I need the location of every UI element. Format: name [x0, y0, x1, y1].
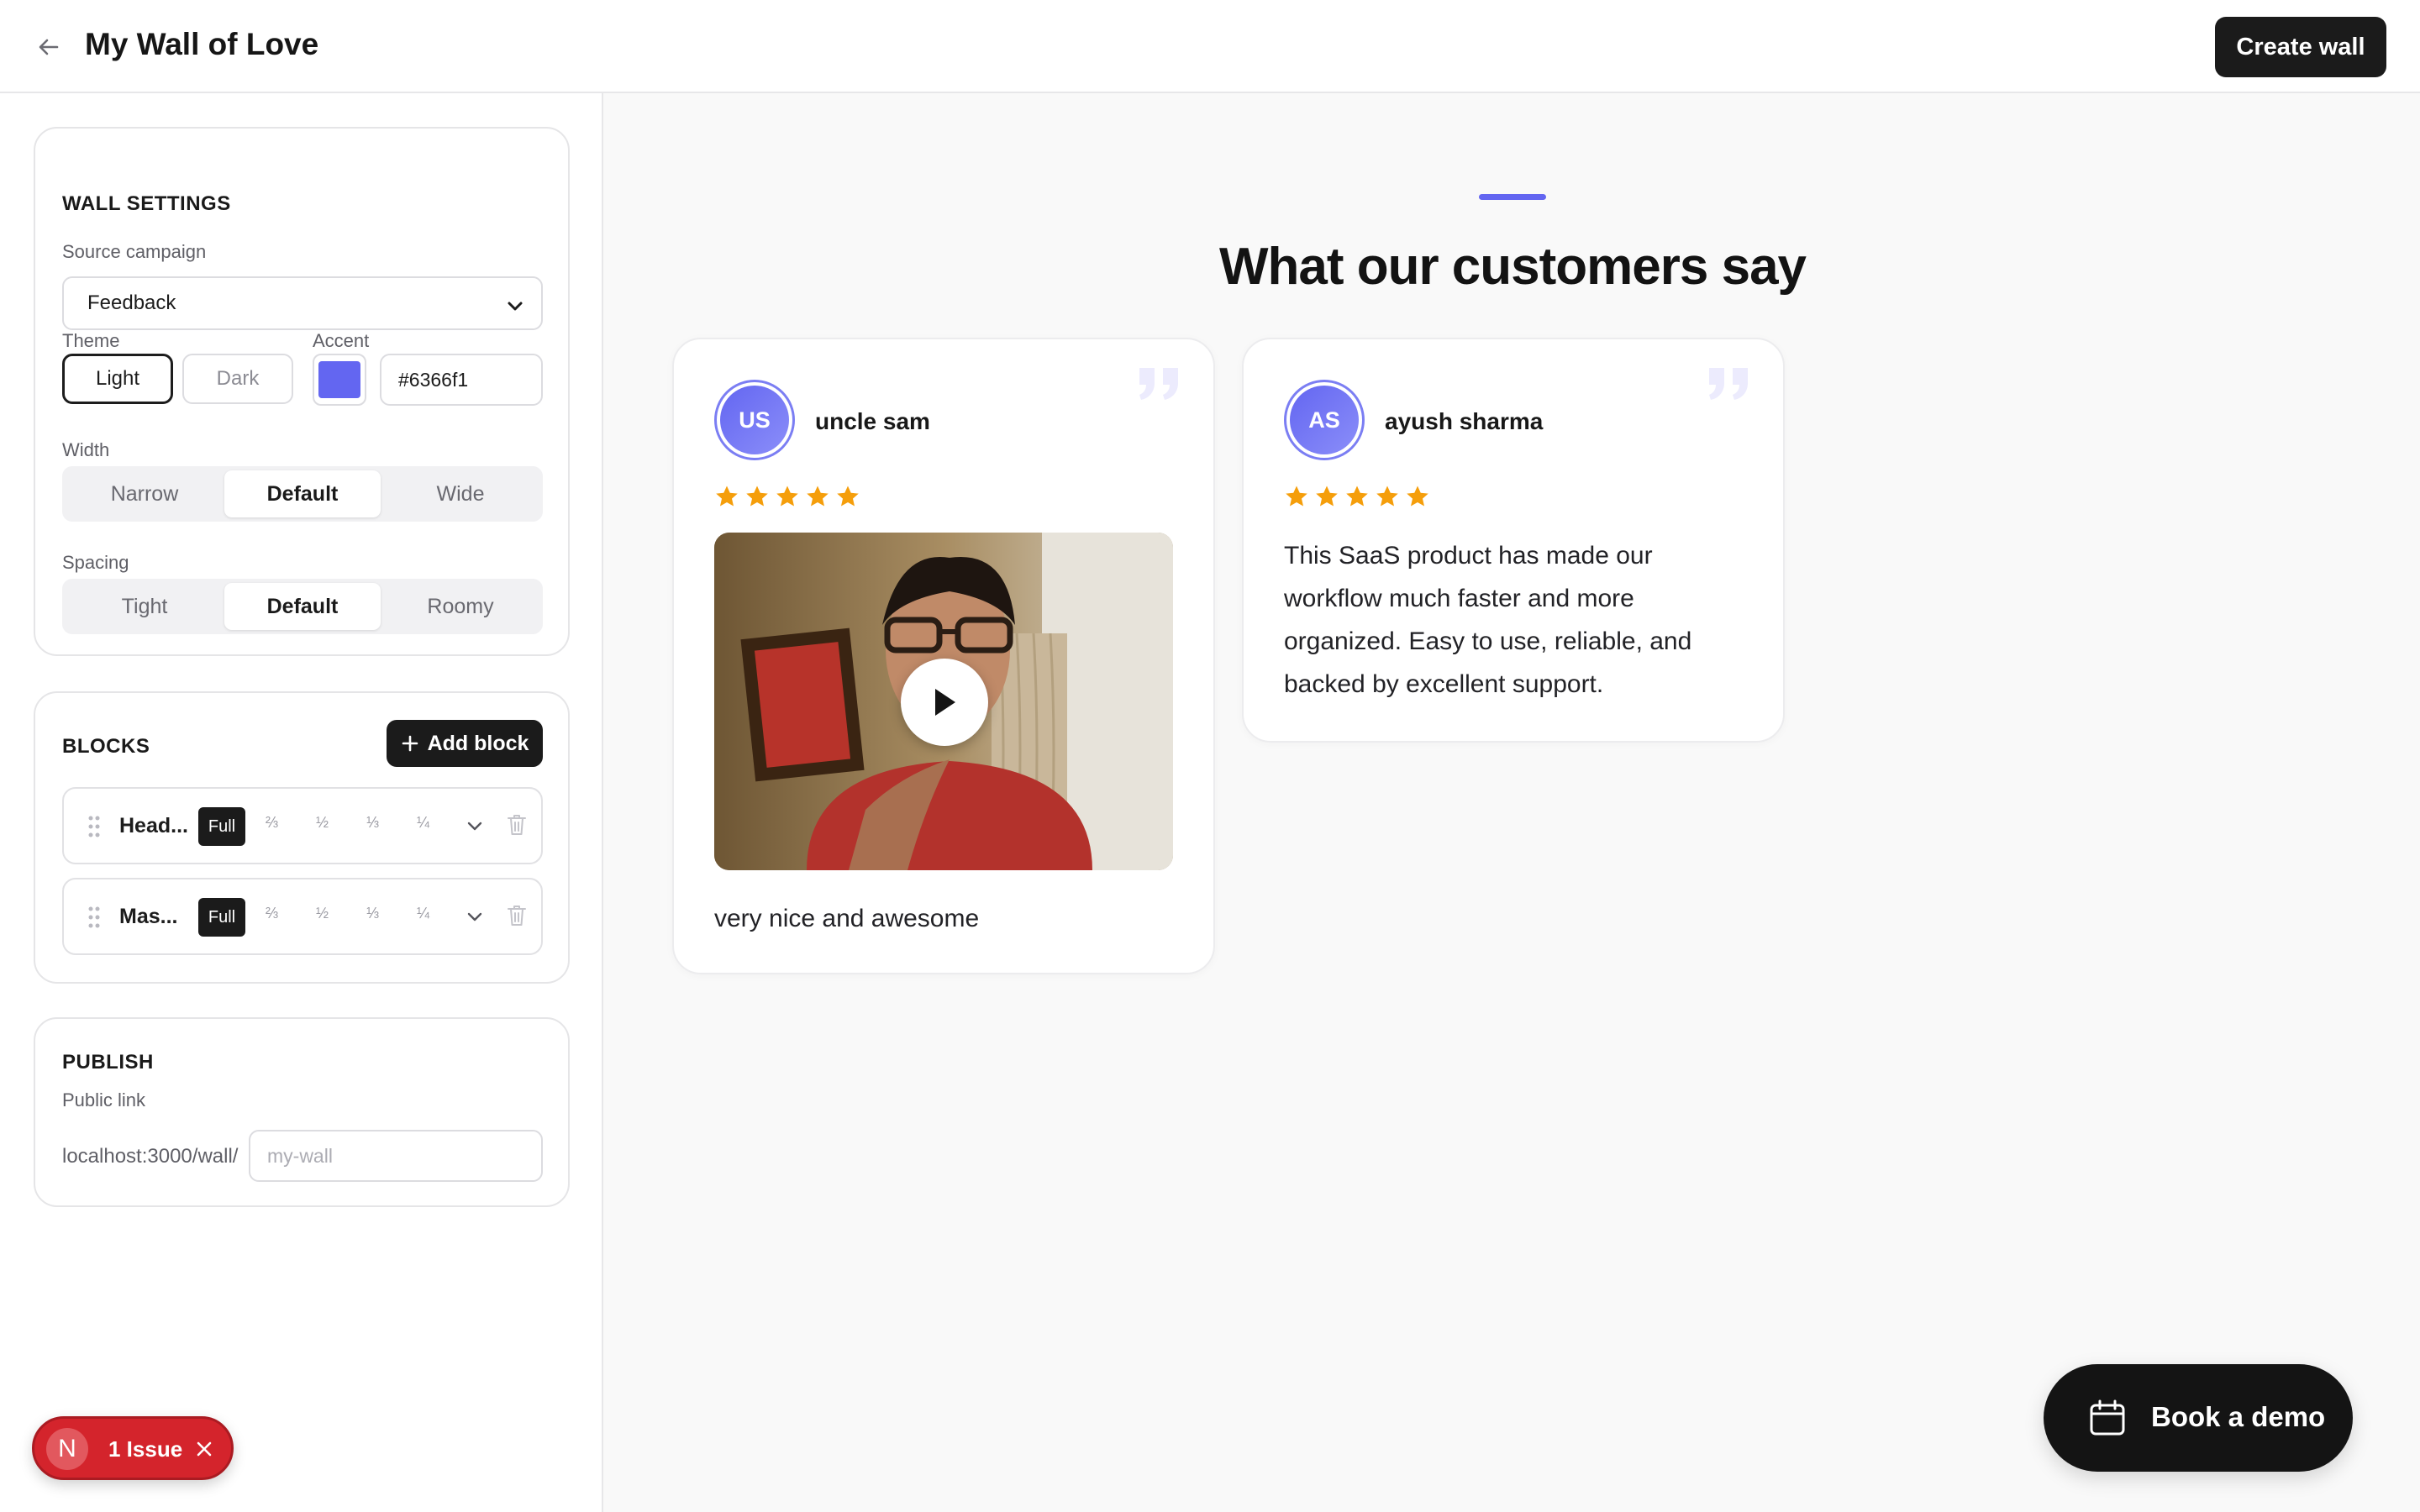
spacing-label: Spacing	[62, 552, 129, 573]
nextjs-badge: N	[46, 1428, 88, 1470]
wall-settings-heading: WALL SETTINGS	[62, 192, 231, 215]
arrow-left-icon	[39, 39, 59, 55]
drag-handle-icon[interactable]	[87, 814, 101, 839]
testimonial-text: very nice and awesome	[714, 905, 980, 932]
author-name: ayush sharma	[1385, 408, 1544, 434]
slug-input[interactable]	[249, 1130, 543, 1182]
quote-icon	[1709, 368, 1748, 400]
chevron-down-icon[interactable]	[463, 814, 487, 837]
size-half-button[interactable]: ½	[316, 814, 329, 832]
add-block-label: Add block	[427, 731, 529, 755]
plus-icon	[402, 735, 418, 752]
avatar: US	[714, 380, 795, 460]
blocks-card: BLOCKS Add block Head... Full ⅔ ½ ⅓ ¼ Ma…	[34, 691, 570, 984]
theme-light-button[interactable]: Light	[62, 354, 173, 404]
testimonial-text: This SaaS product has made our workflow …	[1284, 542, 1692, 698]
chevron-down-icon	[508, 302, 523, 311]
size-third-button[interactable]: ⅓	[366, 905, 379, 922]
testimonial-card: AS ayush sharma This SaaS product has ma…	[1242, 338, 1785, 743]
spacing-tight-option[interactable]: Tight	[66, 583, 223, 630]
accent-swatch	[318, 361, 360, 398]
quote-icon	[1139, 368, 1178, 400]
star-icon	[746, 486, 768, 507]
block-name: Head...	[119, 814, 188, 837]
wall-heading: What our customers say	[1218, 238, 1807, 296]
top-bar: My Wall of Love Create wall	[0, 0, 2420, 93]
block-row: Mas... Full ⅔ ½ ⅓ ¼	[62, 878, 543, 955]
size-half-button[interactable]: ½	[316, 905, 329, 922]
url-prefix: localhost:3000/wall/	[62, 1145, 239, 1168]
testimonial-card: US uncle sam very nice and awesome	[672, 338, 1215, 974]
book-demo-button[interactable]: Book a demo	[2044, 1364, 2353, 1472]
star-icon	[716, 486, 738, 507]
spacing-roomy-option[interactable]: Roomy	[382, 583, 539, 630]
avatar-initials: AS	[1290, 386, 1359, 454]
star-icon	[1286, 486, 1307, 507]
size-two-thirds-button[interactable]: ⅔	[266, 905, 278, 922]
theme-label: Theme	[62, 330, 120, 351]
accent-label: Accent	[313, 330, 370, 351]
public-link-label: Public link	[62, 1089, 146, 1110]
play-button[interactable]	[901, 659, 988, 746]
back-button[interactable]	[32, 30, 66, 64]
page-title: My Wall of Love	[85, 27, 319, 61]
trash-icon[interactable]	[506, 903, 528, 928]
size-full-button[interactable]: Full	[198, 807, 245, 846]
accent-hex-input[interactable]	[380, 354, 543, 406]
wall-settings-card: WALL SETTINGS Source campaign Feedback T…	[34, 127, 570, 656]
star-icon	[1376, 486, 1398, 507]
settings-sidebar: WALL SETTINGS Source campaign Feedback T…	[0, 93, 603, 1512]
source-campaign-label: Source campaign	[62, 241, 207, 262]
theme-dark-button[interactable]: Dark	[182, 354, 293, 404]
close-icon[interactable]	[194, 1439, 214, 1459]
width-default-option[interactable]: Default	[224, 470, 381, 517]
video-thumbnail[interactable]	[714, 533, 1173, 870]
width-label: Width	[62, 439, 110, 460]
issues-badge[interactable]: N 1 Issue	[32, 1416, 234, 1480]
publish-heading: PUBLISH	[62, 1051, 154, 1074]
spacing-default-option[interactable]: Default	[224, 583, 381, 630]
size-full-button[interactable]: Full	[198, 898, 245, 937]
size-quarter-button[interactable]: ¼	[417, 814, 429, 832]
star-rating	[714, 484, 860, 509]
blocks-heading: BLOCKS	[62, 735, 150, 758]
star-icon	[1316, 486, 1338, 507]
block-name: Mas...	[119, 905, 178, 928]
size-third-button[interactable]: ⅓	[366, 814, 379, 832]
star-icon	[837, 486, 859, 507]
avatar: AS	[1284, 380, 1365, 460]
drag-handle-icon[interactable]	[87, 905, 101, 930]
chevron-down-icon[interactable]	[463, 905, 487, 928]
star-icon	[776, 486, 798, 507]
width-segmented-control: Narrow Default Wide	[62, 466, 543, 522]
source-campaign-select[interactable]: Feedback	[62, 276, 543, 330]
width-narrow-option[interactable]: Narrow	[66, 470, 223, 517]
size-quarter-button[interactable]: ¼	[417, 905, 429, 922]
book-demo-label: Book a demo	[2151, 1401, 2326, 1432]
star-icon	[1407, 486, 1428, 507]
spacing-segmented-control: Tight Default Roomy	[62, 579, 543, 634]
publish-card: PUBLISH Public link localhost:3000/wall/	[34, 1017, 570, 1207]
star-icon	[807, 486, 829, 507]
size-two-thirds-button[interactable]: ⅔	[266, 814, 278, 832]
star-rating	[1284, 484, 1430, 509]
calendar-icon	[2090, 1399, 2125, 1436]
add-block-button[interactable]: Add block	[387, 720, 543, 767]
block-row: Head... Full ⅔ ½ ⅓ ¼	[62, 787, 543, 864]
author-name: uncle sam	[815, 408, 930, 434]
trash-icon[interactable]	[506, 812, 528, 837]
avatar-initials: US	[720, 386, 789, 454]
width-wide-option[interactable]: Wide	[382, 470, 539, 517]
play-icon	[935, 689, 955, 716]
create-wall-button[interactable]: Create wall	[2215, 17, 2386, 77]
accent-divider	[1479, 194, 1546, 200]
source-campaign-value: Feedback	[87, 291, 176, 314]
accent-color-picker[interactable]	[313, 354, 366, 406]
issues-count: 1 Issue	[108, 1436, 183, 1462]
star-icon	[1346, 486, 1368, 507]
